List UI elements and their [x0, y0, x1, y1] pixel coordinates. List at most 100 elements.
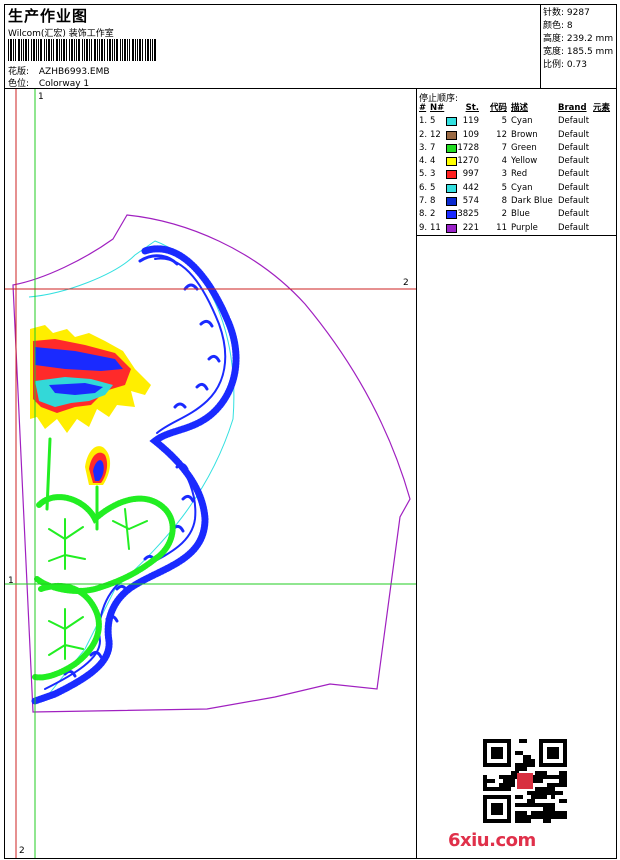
qr-code-icon [483, 739, 567, 823]
design-preview: 1 2 2 1 [5, 89, 416, 858]
stop-cell-st: 3825 [457, 209, 479, 220]
company-name: Wilcom(汇宏) 装饰工作室 [8, 29, 114, 39]
stop-table-row: 4. 4 1270 4 Yellow Default [417, 155, 617, 168]
stop-cell-n: 2 [430, 209, 436, 220]
stop-cell-desc: Cyan [511, 182, 533, 193]
stop-cell-st: 1728 [457, 142, 479, 153]
stat-height: 高度: 239.2 mm [543, 34, 614, 44]
colorway-label: 色位: [8, 79, 30, 89]
stop-cell-brand: Default [558, 156, 590, 167]
guide-label-h1: 1 [8, 576, 14, 586]
stop-cell-code: 2 [501, 209, 507, 220]
stop-cell-code: 7 [501, 142, 507, 153]
stop-cell-n: 11 [430, 222, 441, 233]
stop-cell-n: 4 [430, 156, 436, 167]
stop-cell-brand: Default [558, 142, 590, 153]
stop-cell-num: 3. [419, 142, 428, 153]
stop-cell-brand: Default [558, 209, 590, 220]
stop-cell-n: 5 [430, 116, 436, 127]
color-swatch [446, 210, 457, 220]
stop-cell-code: 5 [501, 116, 507, 127]
stop-cell-n: 5 [430, 182, 436, 193]
guide-label-h2: 2 [403, 278, 409, 288]
guide-label-v2: 2 [19, 846, 25, 856]
color-swatch [446, 157, 457, 167]
stop-cell-num: 4. [419, 156, 428, 167]
stop-cell-num: 1. [419, 116, 428, 127]
stop-cell-brand: Default [558, 116, 590, 127]
stop-cell-num: 7. [419, 196, 428, 207]
stop-cell-desc: Purple [511, 222, 538, 233]
stop-cell-brand: Default [558, 182, 590, 193]
color-swatch [446, 143, 457, 153]
stop-cell-st: 442 [462, 182, 479, 193]
stop-table-row: 2. 12 109 12 Brown Default [417, 129, 617, 142]
lotus-flower [30, 325, 151, 433]
color-swatch [446, 183, 457, 193]
embroidery-preview [5, 89, 416, 858]
production-sheet: 生产作业图 Wilcom(汇宏) 装饰工作室 花版: AZHB6993.EMB … [4, 4, 617, 859]
stop-cell-st: 574 [462, 196, 479, 207]
stat-stitches: 针数: 9287 [543, 8, 590, 18]
stop-cell-num: 5. [419, 169, 428, 180]
stop-cell-num: 2. [419, 129, 428, 140]
stop-cell-st: 997 [462, 169, 479, 180]
stop-cell-desc: Cyan [511, 116, 533, 127]
stop-cell-brand: Default [558, 222, 590, 233]
sheet-title: 生产作业图 [8, 7, 89, 25]
color-swatch [446, 130, 457, 140]
stop-cell-code: 11 [496, 222, 507, 233]
stop-sequence-panel: 停止顺序: # N# St. 代码 描述 Brand 元素 1. 5 119 5 Cya… [416, 89, 617, 858]
stop-table-row: 1. 5 119 5 Cyan Default [417, 115, 617, 128]
stat-colors: 颜色: 8 [543, 21, 573, 31]
stop-cell-n: 12 [430, 129, 441, 140]
stop-table-header: # N# St. 代码 描述 Brand 元素 [419, 103, 611, 113]
stop-cell-code: 3 [501, 169, 507, 180]
stop-cell-st: 221 [462, 222, 479, 233]
stop-cell-code: 12 [496, 129, 507, 140]
stop-cell-n: 3 [430, 169, 436, 180]
inner-outline [28, 240, 235, 700]
lotus-bud [85, 446, 111, 485]
stop-cell-code: 4 [501, 156, 507, 167]
stop-table-row: 7. 8 574 8 Dark Blue Default [417, 195, 617, 208]
stop-table-row: 9. 11 221 11 Purple Default [417, 222, 617, 235]
color-swatch [446, 197, 457, 207]
site-watermark: 6xiu.com [448, 830, 536, 851]
stop-cell-brand: Default [558, 129, 590, 140]
colorway-line: 色位: Colorway 1 [8, 76, 89, 89]
stop-cell-n: 7 [430, 142, 436, 153]
stop-cell-desc: Green [511, 142, 537, 153]
stat-width: 宽度: 185.5 mm [543, 47, 614, 57]
stop-cell-brand: Default [558, 169, 590, 180]
design-stats: 针数: 9287 颜色: 8 高度: 239.2 mm 宽度: 185.5 mm… [540, 5, 616, 89]
stop-sequence-table: # N# St. 代码 描述 Brand 元素 1. 5 119 5 Cyan Defau… [417, 102, 617, 236]
stop-table-row: 5. 3 997 3 Red Default [417, 168, 617, 181]
stop-table-row: 3. 7 1728 7 Green Default [417, 142, 617, 155]
stop-cell-num: 9. [419, 222, 428, 233]
stop-cell-brand: Default [558, 196, 590, 207]
barcode-image [8, 39, 156, 61]
stop-cell-desc: Blue [511, 209, 530, 220]
stop-cell-desc: Red [511, 169, 528, 180]
color-swatch [446, 223, 457, 233]
stop-cell-n: 8 [430, 196, 436, 207]
guide-label-v1: 1 [38, 92, 44, 102]
stop-cell-code: 5 [501, 182, 507, 193]
stop-cell-st: 109 [462, 129, 479, 140]
color-swatch [446, 117, 457, 127]
stop-table-row: 8. 2 3825 2 Blue Default [417, 208, 617, 221]
stop-cell-st: 119 [462, 116, 479, 127]
stop-cell-desc: Dark Blue [511, 196, 553, 207]
color-swatch [446, 170, 457, 180]
stat-scale: 比例: 0.73 [543, 60, 587, 70]
stop-cell-num: 6. [419, 182, 428, 193]
sheet-header: 生产作业图 Wilcom(汇宏) 装饰工作室 花版: AZHB6993.EMB … [5, 5, 616, 89]
stop-cell-st: 1270 [457, 156, 479, 167]
stop-cell-num: 8. [419, 209, 428, 220]
colorway-name: Colorway 1 [38, 79, 90, 89]
stop-cell-desc: Brown [511, 129, 538, 140]
stop-table-row: 6. 5 442 5 Cyan Default [417, 182, 617, 195]
stop-cell-code: 8 [501, 196, 507, 207]
stop-cell-desc: Yellow [511, 156, 538, 167]
